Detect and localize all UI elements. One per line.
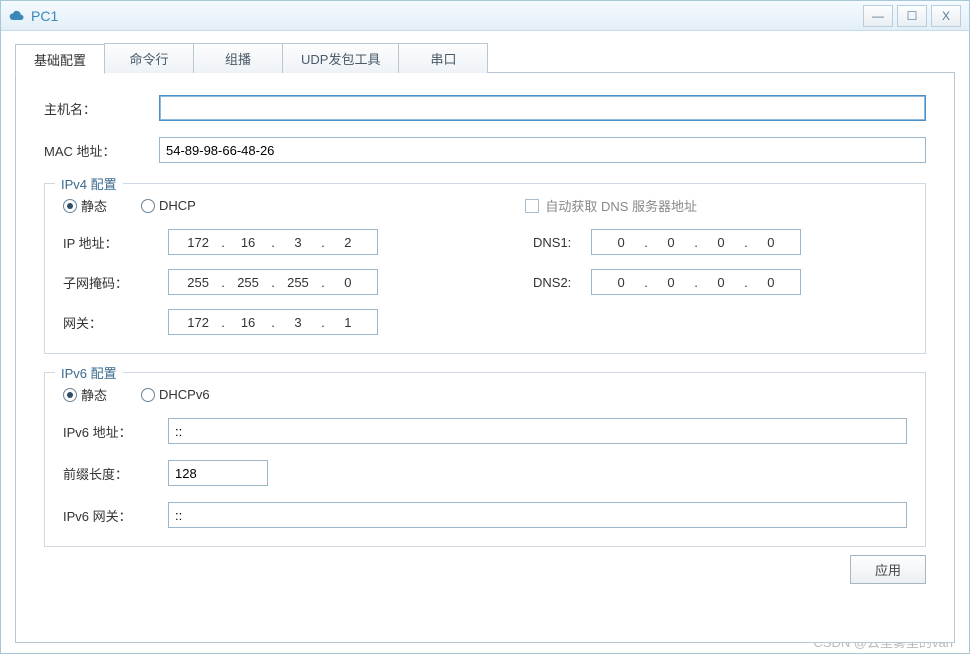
tab-panel: 主机名： MAC 地址： IPv4 配置 静态 DHCP: [15, 72, 955, 643]
mask-dns2-row: 子网掩码： 255. 255. 255. 0 DNS2: 0. 0.: [63, 269, 907, 295]
ip-octet: 16: [234, 315, 262, 330]
gateway-label: 网关：: [63, 313, 168, 332]
mask-label: 子网掩码：: [63, 273, 168, 292]
radio-dot-icon: [63, 199, 77, 213]
tab-label: UDP发包工具: [301, 49, 380, 68]
tab-udp-tool[interactable]: UDP发包工具: [282, 43, 399, 73]
app-window: PC1 — ☐ X 基础配置 命令行 组播 UDP发包工具 串口 主机名： MA…: [0, 0, 970, 654]
dns2-input[interactable]: 0. 0. 0. 0: [591, 269, 801, 295]
tab-cli[interactable]: 命令行: [104, 43, 194, 73]
ipv6-gw-row: IPv6 网关：: [63, 502, 907, 528]
auto-dns-checkbox[interactable]: 自动获取 DNS 服务器地址: [525, 196, 697, 215]
ip-octet: 2: [334, 235, 362, 250]
ipv6-prefix-label: 前缀长度：: [63, 464, 168, 483]
ipv6-dhcp-radio[interactable]: DHCPv6: [141, 387, 210, 402]
radio-label: 静态: [81, 385, 107, 404]
title-bar: PC1 — ☐ X: [1, 1, 969, 31]
ipv6-gw-input[interactable]: [168, 502, 907, 528]
cloud-icon: [9, 8, 25, 24]
radio-dot-icon: [141, 199, 155, 213]
ipv4-legend: IPv4 配置: [55, 174, 123, 193]
ipv4-mode-row: 静态 DHCP 自动获取 DNS 服务器地址: [63, 196, 907, 215]
ip-octet: 0: [657, 235, 685, 250]
radio-dot-icon: [141, 388, 155, 402]
content-area: 基础配置 命令行 组播 UDP发包工具 串口 主机名： MAC 地址： IPv4…: [1, 31, 969, 653]
tab-multicast[interactable]: 组播: [193, 43, 283, 73]
ipv4-dhcp-radio[interactable]: DHCP: [141, 198, 196, 213]
ip-octet: 255: [284, 275, 312, 290]
dns2-label: DNS2:: [533, 275, 591, 290]
mac-label: MAC 地址：: [44, 141, 159, 160]
ip-octet: 172: [184, 235, 212, 250]
ipv6-prefix-row: 前缀长度：: [63, 460, 907, 486]
ip-octet: 0: [607, 235, 635, 250]
ipv4-static-radio[interactable]: 静态: [63, 196, 107, 215]
ip-octet: 172: [184, 315, 212, 330]
ip-octet: 0: [757, 235, 785, 250]
tab-label: 组播: [225, 49, 251, 68]
checkbox-icon: [525, 199, 539, 213]
ipv6-static-radio[interactable]: 静态: [63, 385, 107, 404]
radio-label: 静态: [81, 196, 107, 215]
maximize-button[interactable]: ☐: [897, 5, 927, 27]
ip-octet: 3: [284, 315, 312, 330]
ip-octet: 0: [334, 275, 362, 290]
ip-octet: 1: [334, 315, 362, 330]
ip-octet: 255: [234, 275, 262, 290]
ipv6-mode-row: 静态 DHCPv6: [63, 385, 907, 404]
ipv6-gw-label: IPv6 网关：: [63, 506, 168, 525]
radio-dot-icon: [63, 388, 77, 402]
apply-row: 应用: [44, 555, 926, 584]
ipv6-addr-input[interactable]: [168, 418, 907, 444]
ip-octet: 0: [607, 275, 635, 290]
ipv6-fieldset: IPv6 配置 静态 DHCPv6 IPv6 地址：: [44, 372, 926, 547]
checkbox-label: 自动获取 DNS 服务器地址: [545, 196, 697, 215]
ip-octet: 0: [657, 275, 685, 290]
gateway-row: 网关： 172. 16. 3. 1: [63, 309, 907, 335]
ip-dns1-row: IP 地址： 172. 16. 3. 2 DNS1: 0. 0.: [63, 229, 907, 255]
hostname-input[interactable]: [159, 95, 926, 121]
ip-octet: 0: [707, 235, 735, 250]
minimize-button[interactable]: —: [863, 5, 893, 27]
button-label: 应用: [875, 563, 901, 578]
ipv6-addr-label: IPv6 地址：: [63, 422, 168, 441]
ipv6-addr-row: IPv6 地址：: [63, 418, 907, 444]
apply-button[interactable]: 应用: [850, 555, 926, 584]
ip-octet: 255: [184, 275, 212, 290]
hostname-row: 主机名：: [44, 95, 926, 121]
tab-label: 命令行: [130, 49, 169, 68]
gateway-input[interactable]: 172. 16. 3. 1: [168, 309, 378, 335]
mac-row: MAC 地址：: [44, 137, 926, 163]
ipv6-legend: IPv6 配置: [55, 363, 123, 382]
dns1-input[interactable]: 0. 0. 0. 0: [591, 229, 801, 255]
window-title: PC1: [31, 8, 58, 24]
hostname-label: 主机名：: [44, 99, 159, 118]
mac-input[interactable]: [159, 137, 926, 163]
tab-label: 基础配置: [34, 50, 86, 69]
ip-octet: 16: [234, 235, 262, 250]
ip-octet: 0: [757, 275, 785, 290]
tab-serial[interactable]: 串口: [398, 43, 488, 73]
ipv4-fieldset: IPv4 配置 静态 DHCP 自动获取 DNS 服务器地址: [44, 183, 926, 354]
radio-label: DHCPv6: [159, 387, 210, 402]
radio-label: DHCP: [159, 198, 196, 213]
ipv6-prefix-input[interactable]: [168, 460, 268, 486]
subnet-mask-input[interactable]: 255. 255. 255. 0: [168, 269, 378, 295]
ip-label: IP 地址：: [63, 233, 168, 252]
dns1-label: DNS1:: [533, 235, 591, 250]
ip-octet: 0: [707, 275, 735, 290]
tab-label: 串口: [430, 49, 456, 68]
tab-bar: 基础配置 命令行 组播 UDP发包工具 串口: [15, 43, 955, 73]
ip-address-input[interactable]: 172. 16. 3. 2: [168, 229, 378, 255]
close-button[interactable]: X: [931, 5, 961, 27]
tab-basic-config[interactable]: 基础配置: [15, 44, 105, 74]
ip-octet: 3: [284, 235, 312, 250]
